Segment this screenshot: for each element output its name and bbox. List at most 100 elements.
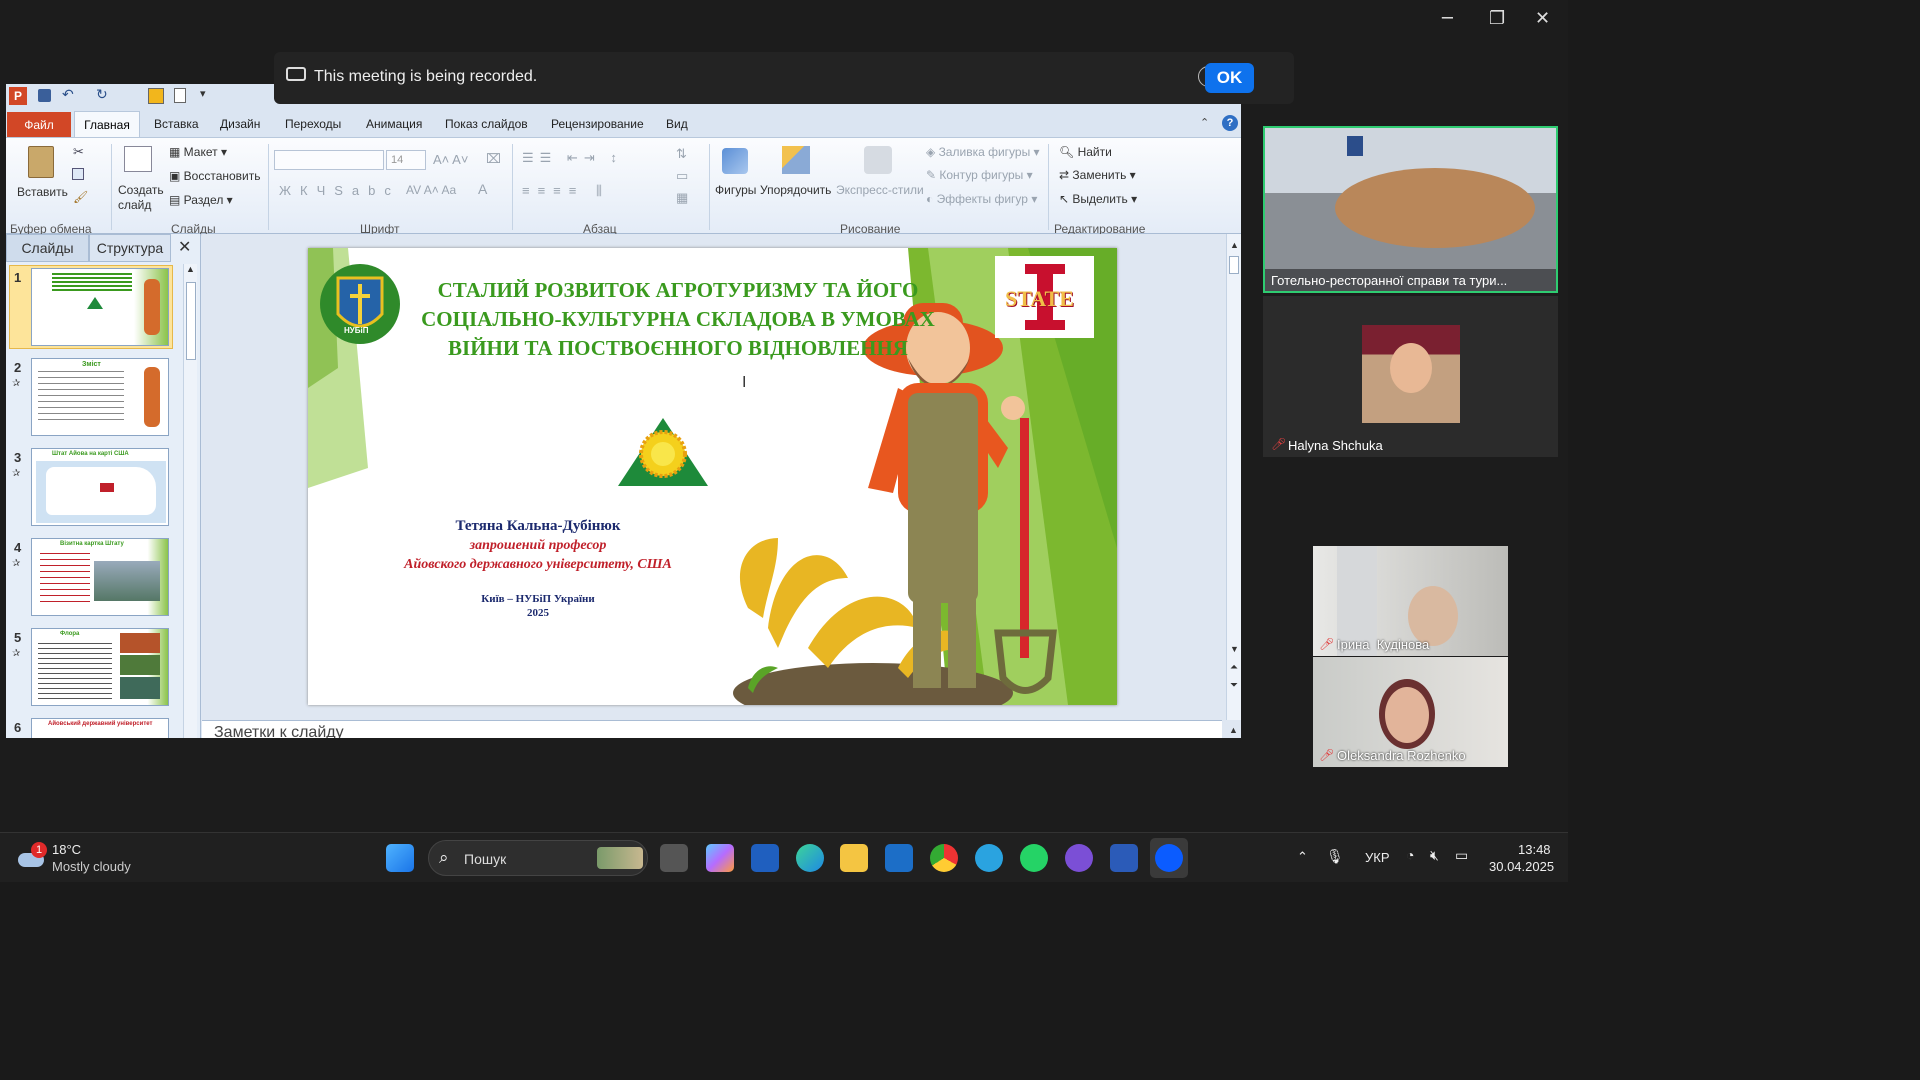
paste-button[interactable]: Вставить (17, 185, 68, 199)
clear-format-icon[interactable]: ⌧ (486, 151, 501, 167)
section-button[interactable]: ▤ Раздел ▾ (169, 193, 233, 207)
arrange-icon[interactable] (782, 146, 810, 174)
scroll-up-icon[interactable]: ▲ (1230, 240, 1239, 250)
participant-video-oleksandra[interactable]: 🎤︎ Oleksandra Rozhenko (1313, 657, 1508, 767)
tab-slideshow[interactable]: Показ слайдов (445, 117, 528, 131)
scroll-thumb[interactable] (1229, 256, 1239, 274)
font-name-box[interactable] (274, 150, 384, 170)
font-style-buttons[interactable]: ЖКЧSabc (279, 183, 400, 198)
list-buttons[interactable]: ☰☰ ⇤⇥ ↕ (522, 150, 623, 166)
search-box[interactable]: ⌕ Пошук (428, 840, 648, 876)
tab-outline[interactable]: Структура (89, 234, 171, 262)
char-spacing-icon[interactable]: AV A˄ Aa (406, 183, 456, 197)
close-pane-icon[interactable]: ✕ (178, 237, 191, 257)
outlook-icon[interactable] (885, 844, 913, 872)
new-slide-icon[interactable] (124, 146, 152, 172)
clock-time[interactable]: 13:48 (1518, 842, 1551, 857)
close-window-button[interactable]: ✕ (1535, 8, 1550, 29)
viber-icon[interactable] (1065, 844, 1093, 872)
tab-view[interactable]: Вид (666, 117, 688, 131)
slide-thumb-2[interactable]: Зміст (31, 358, 169, 436)
tray-chevron-icon[interactable]: ⌃ (1297, 849, 1308, 865)
scroll-thumb[interactable] (186, 282, 196, 360)
powerpoint-icon[interactable]: P (9, 87, 27, 105)
new-icon[interactable] (174, 88, 186, 103)
volume-icon[interactable]: 🔇︎ (1430, 847, 1439, 864)
tab-design[interactable]: Дизайн (220, 117, 260, 131)
customize-qat-icon[interactable]: ▾ (200, 87, 206, 100)
tab-home[interactable]: Главная (74, 111, 140, 138)
zoom-icon[interactable] (1155, 844, 1183, 872)
shapes-icon[interactable] (722, 148, 748, 174)
replace-button[interactable]: ⇄ Заменить ▾ (1059, 168, 1136, 182)
find-button[interactable]: 🔍︎ Найти (1059, 145, 1112, 159)
new-slide-button[interactable]: Создать слайд (118, 183, 168, 213)
slide-thumb-4[interactable]: Візитна картка Штату (31, 538, 169, 616)
file-explorer-icon[interactable] (840, 844, 868, 872)
prev-slide-icon[interactable]: ⏶ (1230, 662, 1238, 673)
minimize-button[interactable]: ─ (1442, 8, 1453, 29)
task-view-icon[interactable] (660, 844, 688, 872)
tab-insert[interactable]: Вставка (154, 117, 199, 131)
font-color-icon[interactable]: A (478, 181, 487, 197)
tab-file[interactable]: Файл (7, 112, 71, 137)
next-slide-icon[interactable]: ⏷ (1230, 680, 1238, 691)
weather-widget[interactable]: 1 (18, 842, 47, 871)
reset-button[interactable]: ▣ Восстановить (169, 169, 261, 183)
cut-icon[interactable]: ✂ (73, 144, 84, 160)
wifi-icon[interactable]: ◔ (1406, 847, 1414, 863)
slide-thumb-3[interactable]: Штат Айова на карті США (31, 448, 169, 526)
layout-button[interactable]: ▦ Макет ▾ (169, 145, 227, 159)
telegram-icon[interactable] (975, 844, 1003, 872)
shape-fill-button[interactable]: ◈ Заливка фигуры ▾ (926, 145, 1040, 159)
shape-outline-button[interactable]: ✎ Контур фигуры ▾ (926, 168, 1033, 182)
participant-video-halyna[interactable]: 🎤︎ Halyna Shchuka (1263, 296, 1558, 457)
notes-pane[interactable]: Заметки к слайду (202, 720, 1222, 738)
smartart-icon[interactable]: ▦ (676, 190, 688, 206)
participant-video-room[interactable]: Готельно-ресторанної справи та тури... (1263, 126, 1558, 293)
scroll-up-icon[interactable]: ▲ (186, 264, 195, 274)
whatsapp-icon[interactable] (1020, 844, 1048, 872)
tab-review[interactable]: Рецензирование (551, 117, 644, 131)
arrange-button[interactable]: Упорядочить (760, 183, 831, 197)
edge-icon[interactable] (796, 844, 824, 872)
select-button[interactable]: ↖ Выделить ▾ (1059, 192, 1137, 206)
paste-icon[interactable] (28, 146, 54, 178)
clock-date[interactable]: 30.04.2025 (1489, 859, 1554, 874)
collapse-ribbon-icon[interactable]: ⌃ (1200, 116, 1209, 129)
notes-scroll-up-icon[interactable]: ▲ (1229, 725, 1238, 735)
mic-tray-icon[interactable]: 🎙︎ (1326, 848, 1344, 865)
tab-animation[interactable]: Анимация (366, 117, 422, 131)
battery-icon[interactable]: ▭ (1455, 847, 1468, 864)
copy-icon[interactable] (72, 168, 84, 180)
slide-thumb-1[interactable] (31, 268, 169, 346)
store-icon[interactable] (751, 844, 779, 872)
word-icon[interactable] (1110, 844, 1138, 872)
slideshow-icon[interactable] (148, 88, 164, 104)
align-text-icon[interactable]: ▭ (676, 168, 688, 184)
chrome-icon[interactable] (930, 844, 958, 872)
undo-icon[interactable]: ↶ (62, 86, 74, 103)
format-painter-icon[interactable]: 🖌 (73, 190, 88, 204)
quick-styles-button[interactable]: Экспресс-стили (836, 183, 924, 197)
scroll-down-icon[interactable]: ▼ (1230, 644, 1239, 654)
slide-canvas[interactable]: НУБіП СТАЛИЙ РОЗВИТОК АГРОТУРИЗМУ ТА ЙОГ… (308, 248, 1117, 705)
tab-slides[interactable]: Слайды (6, 234, 89, 262)
tab-transitions[interactable]: Переходы (285, 117, 341, 131)
shape-effects-button[interactable]: ◐ Эффекты фигур ▾ (926, 192, 1037, 206)
slide-thumb-6[interactable]: Айовський державний університет (31, 718, 169, 738)
restore-button[interactable]: ❐ (1489, 8, 1505, 29)
language-indicator[interactable]: УКР (1365, 850, 1390, 865)
grow-font-icon[interactable]: A˄ A˅ (433, 152, 468, 167)
editor-scrollbar[interactable]: ▲ ▼ ⏶ ⏷ (1226, 234, 1241, 720)
help-icon[interactable]: ? (1222, 115, 1238, 131)
quick-styles-icon[interactable] (864, 146, 892, 174)
text-direction-icon[interactable]: ⇅ (676, 146, 687, 162)
shapes-button[interactable]: Фигуры (715, 183, 756, 197)
font-size-box[interactable]: 14 (386, 150, 426, 170)
slide-thumb-5[interactable]: Флора (31, 628, 169, 706)
ok-button[interactable]: OK (1205, 63, 1254, 93)
copilot-icon[interactable] (706, 844, 734, 872)
thumbs-scrollbar[interactable]: ▲ (183, 264, 197, 738)
align-buttons[interactable]: ≡≡≡≡ ⫼ (522, 183, 610, 199)
